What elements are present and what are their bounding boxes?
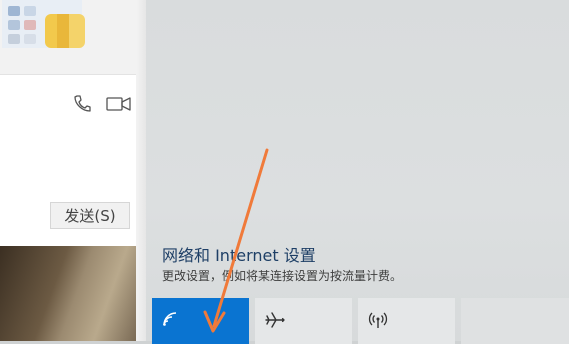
hotspot-icon [368,311,388,333]
wifi-quick-action[interactable] [152,298,249,344]
empty-quick-action-slot [461,298,569,344]
airplane-icon [265,311,285,333]
video-icon[interactable] [106,96,132,112]
wifi-icon [162,311,180,331]
chat-image-strip [0,0,136,75]
window-divider [136,0,146,341]
chat-window: 发送(S) [0,0,136,246]
mobile-hotspot-quick-action[interactable] [358,298,455,344]
airplane-mode-quick-action[interactable] [255,298,352,344]
network-settings-link[interactable]: 网络和 Internet 设置 [162,242,316,266]
chat-actions [66,92,136,114]
desktop-background-photo [0,246,136,341]
chat-image-thumbnail[interactable] [2,0,85,48]
network-settings-description: 更改设置，例如将某连接设置为按流量计费。 [162,269,403,283]
send-button[interactable]: 发送(S) [50,202,130,229]
image-figures [45,14,85,48]
action-center-panel: 网络和 Internet 设置 更改设置，例如将某连接设置为按流量计费。 [146,0,569,344]
phone-icon[interactable] [72,94,92,114]
